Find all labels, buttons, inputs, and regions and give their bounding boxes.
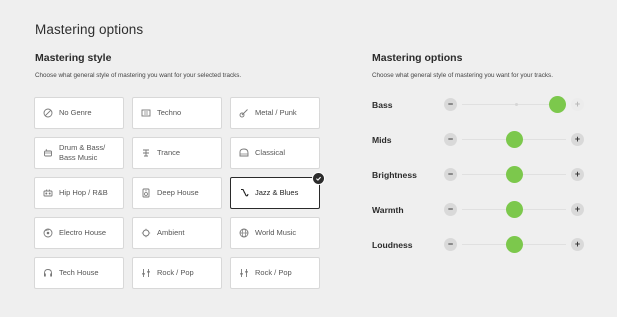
slider-row-loudness: Loudness − +: [372, 235, 588, 270]
style-card-hip-hop-r-b[interactable]: Hip Hop / R&B: [34, 177, 124, 209]
saxophone-icon: [238, 187, 250, 199]
increase-warmth-button[interactable]: +: [571, 203, 584, 216]
style-card-tech-house[interactable]: Tech House: [34, 257, 124, 289]
mastering-options-subtitle: Choose what general style of mastering y…: [372, 72, 553, 79]
style-card-label: Rock / Pop: [157, 267, 194, 277]
style-card-label: Rock / Pop: [255, 267, 292, 277]
style-card-jazz-blues[interactable]: Jazz & Blues: [230, 172, 325, 209]
mixer-icon: [140, 267, 152, 279]
increase-mids-button[interactable]: +: [571, 133, 584, 146]
style-card-deep-house[interactable]: Deep House: [132, 177, 222, 209]
vinyl-icon: [42, 227, 54, 239]
slider-default-marker: [514, 102, 518, 106]
page-title: Mastering options: [35, 22, 144, 37]
style-card-world-music[interactable]: World Music: [230, 217, 320, 249]
style-card-label: Electro House: [59, 227, 107, 237]
slider-row-brightness: Brightness − +: [372, 165, 588, 200]
style-card-ambient[interactable]: Ambient: [132, 217, 222, 249]
style-card-rock-pop[interactable]: Rock / Pop: [230, 257, 320, 289]
style-card-label: Trance: [157, 147, 181, 157]
style-card-label: Tech House: [59, 267, 99, 277]
style-card-classical[interactable]: Classical: [230, 137, 320, 169]
style-card-label: Deep House: [157, 187, 199, 197]
slider-label: Loudness: [372, 240, 413, 250]
brightness-slider-thumb[interactable]: [505, 166, 523, 183]
loudness-slider-thumb[interactable]: [505, 236, 523, 253]
style-card-label: Ambient: [157, 227, 185, 237]
slider-label: Mids: [372, 135, 392, 145]
style-card-label: Techno: [157, 107, 182, 117]
mixer-icon: [238, 267, 250, 279]
globe-icon: [238, 227, 250, 239]
slider-label: Warmth: [372, 205, 404, 215]
bass-slider-thumb[interactable]: [549, 96, 567, 113]
selected-check-icon: [312, 172, 325, 185]
speaker-icon: [140, 187, 152, 199]
decrease-brightness-button[interactable]: −: [444, 168, 457, 181]
decrease-warmth-button[interactable]: −: [444, 203, 457, 216]
style-card-label: Jazz & Blues: [255, 187, 299, 197]
warmth-slider-thumb[interactable]: [505, 201, 523, 218]
ambient-icon: [140, 227, 152, 239]
style-card-trance[interactable]: Trance: [132, 137, 222, 169]
style-card-drum-bass-bass-music[interactable]: Drum & Bass/ Bass Music: [34, 137, 124, 169]
piano-icon: [238, 147, 250, 159]
decrease-mids-button[interactable]: −: [444, 133, 457, 146]
guitar-icon: [238, 107, 250, 119]
slider-row-warmth: Warmth − +: [372, 200, 588, 235]
techno-icon: [140, 107, 152, 119]
boombox-icon: [42, 187, 54, 199]
mastering-options-title: Mastering options: [372, 52, 463, 64]
style-card-techno[interactable]: Techno: [132, 97, 222, 129]
no-genre-icon: [42, 107, 54, 119]
headphones-icon: [42, 267, 54, 279]
slider-label: Bass: [372, 100, 393, 110]
decrease-bass-button[interactable]: −: [444, 98, 457, 111]
slider-list: Bass − + Mids − + Brightness − + Warmth − + Loudness…: [372, 95, 588, 270]
mastering-style-subtitle: Choose what general style of mastering y…: [35, 72, 242, 79]
style-grid: No Genre Techno Metal / Punk Drum & Bass/ B…: [34, 97, 325, 289]
slider-row-bass: Bass − +: [372, 95, 588, 130]
style-card-label: No Genre: [59, 107, 92, 117]
mastering-style-title: Mastering style: [35, 52, 112, 64]
increase-loudness-button[interactable]: +: [571, 238, 584, 251]
drum-icon: [42, 147, 54, 159]
style-card-label: Classical: [255, 147, 286, 157]
mids-slider-thumb[interactable]: [505, 131, 523, 148]
style-card-rock-pop[interactable]: Rock / Pop: [132, 257, 222, 289]
style-card-label: Metal / Punk: [255, 107, 297, 117]
increase-brightness-button[interactable]: +: [571, 168, 584, 181]
increase-bass-button[interactable]: +: [571, 98, 584, 111]
slider-label: Brightness: [372, 170, 417, 180]
trance-icon: [140, 147, 152, 159]
style-card-no-genre[interactable]: No Genre: [34, 97, 124, 129]
style-card-label: Drum & Bass/ Bass Music: [59, 142, 106, 162]
slider-row-mids: Mids − +: [372, 130, 588, 165]
style-card-label: Hip Hop / R&B: [59, 187, 108, 197]
style-card-electro-house[interactable]: Electro House: [34, 217, 124, 249]
style-card-label: World Music: [255, 227, 297, 237]
decrease-loudness-button[interactable]: −: [444, 238, 457, 251]
style-card-metal-punk[interactable]: Metal / Punk: [230, 97, 320, 129]
